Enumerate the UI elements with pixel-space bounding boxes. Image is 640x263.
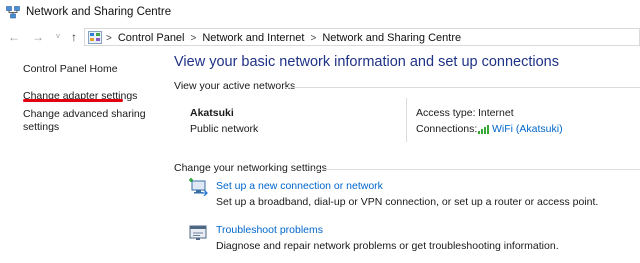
setup-new-connection-description: Set up a broadband, dial-up or VPN conne…	[216, 196, 599, 208]
page-title: View your basic network information and …	[174, 54, 560, 70]
section-heading-change-settings: Change your networking settings	[174, 162, 327, 174]
sidebar-link-label-line2: settings	[23, 121, 60, 133]
troubleshoot-problems-description: Diagnose and repair network problems or …	[216, 240, 559, 252]
section-divider	[284, 87, 640, 88]
up-arrow-icon[interactable]: ↑	[66, 29, 82, 45]
address-bar[interactable]: > Control Panel > Network and Internet >…	[84, 28, 640, 46]
troubleshoot-problems-link[interactable]: Troubleshoot problems	[216, 224, 323, 236]
wifi-connection-link[interactable]: WiFi (Akatsuki)	[492, 123, 563, 135]
sidebar-link-label-line1: Change advanced sharing	[23, 108, 146, 120]
access-type-label: Access type:	[416, 107, 476, 119]
wifi-signal-icon	[478, 125, 489, 134]
breadcrumb: > Control Panel > Network and Internet >…	[106, 31, 461, 45]
network-category[interactable]: Public network	[190, 123, 258, 135]
section-divider	[312, 169, 640, 170]
network-name: Akatsuki	[190, 107, 234, 119]
breadcrumb-separator: >	[106, 32, 112, 44]
window-title: Network and Sharing Centre	[26, 6, 172, 18]
breadcrumb-network-and-sharing-centre[interactable]: Network and Sharing Centre	[322, 32, 461, 44]
vertical-divider	[406, 98, 407, 142]
navigation-bar: ← → ˅ ↑ > Control Panel > Network and In…	[0, 26, 640, 50]
breadcrumb-separator: >	[310, 32, 317, 44]
recent-locations-chevron-icon[interactable]: ˅	[50, 29, 66, 45]
connections-label: Connections:	[416, 123, 478, 135]
sidebar-link-change-advanced-sharing-settings[interactable]: Change advanced sharing settings	[23, 108, 146, 134]
title-bar: Network and Sharing Centre	[0, 0, 640, 26]
control-panel-icon	[88, 31, 102, 44]
breadcrumb-separator: >	[190, 32, 197, 44]
section-heading-active-networks: View your active networks	[174, 80, 296, 92]
new-connection-icon	[189, 178, 208, 196]
main-content: View your basic network information and …	[150, 50, 640, 263]
sidebar-link-control-panel-home[interactable]: Control Panel Home	[23, 63, 118, 76]
back-arrow-icon[interactable]: ←	[6, 29, 22, 45]
access-type-value: Internet	[478, 107, 514, 119]
breadcrumb-control-panel[interactable]: Control Panel	[118, 32, 185, 44]
breadcrumb-network-and-internet[interactable]: Network and Internet	[202, 32, 304, 44]
red-annotation-underline	[23, 99, 123, 102]
sidebar: Control Panel Home Change adapter settin…	[0, 50, 150, 263]
troubleshoot-icon	[189, 225, 207, 240]
network-sharing-icon	[6, 6, 20, 19]
forward-arrow-icon[interactable]: →	[30, 29, 46, 45]
setup-new-connection-link[interactable]: Set up a new connection or network	[216, 180, 383, 192]
